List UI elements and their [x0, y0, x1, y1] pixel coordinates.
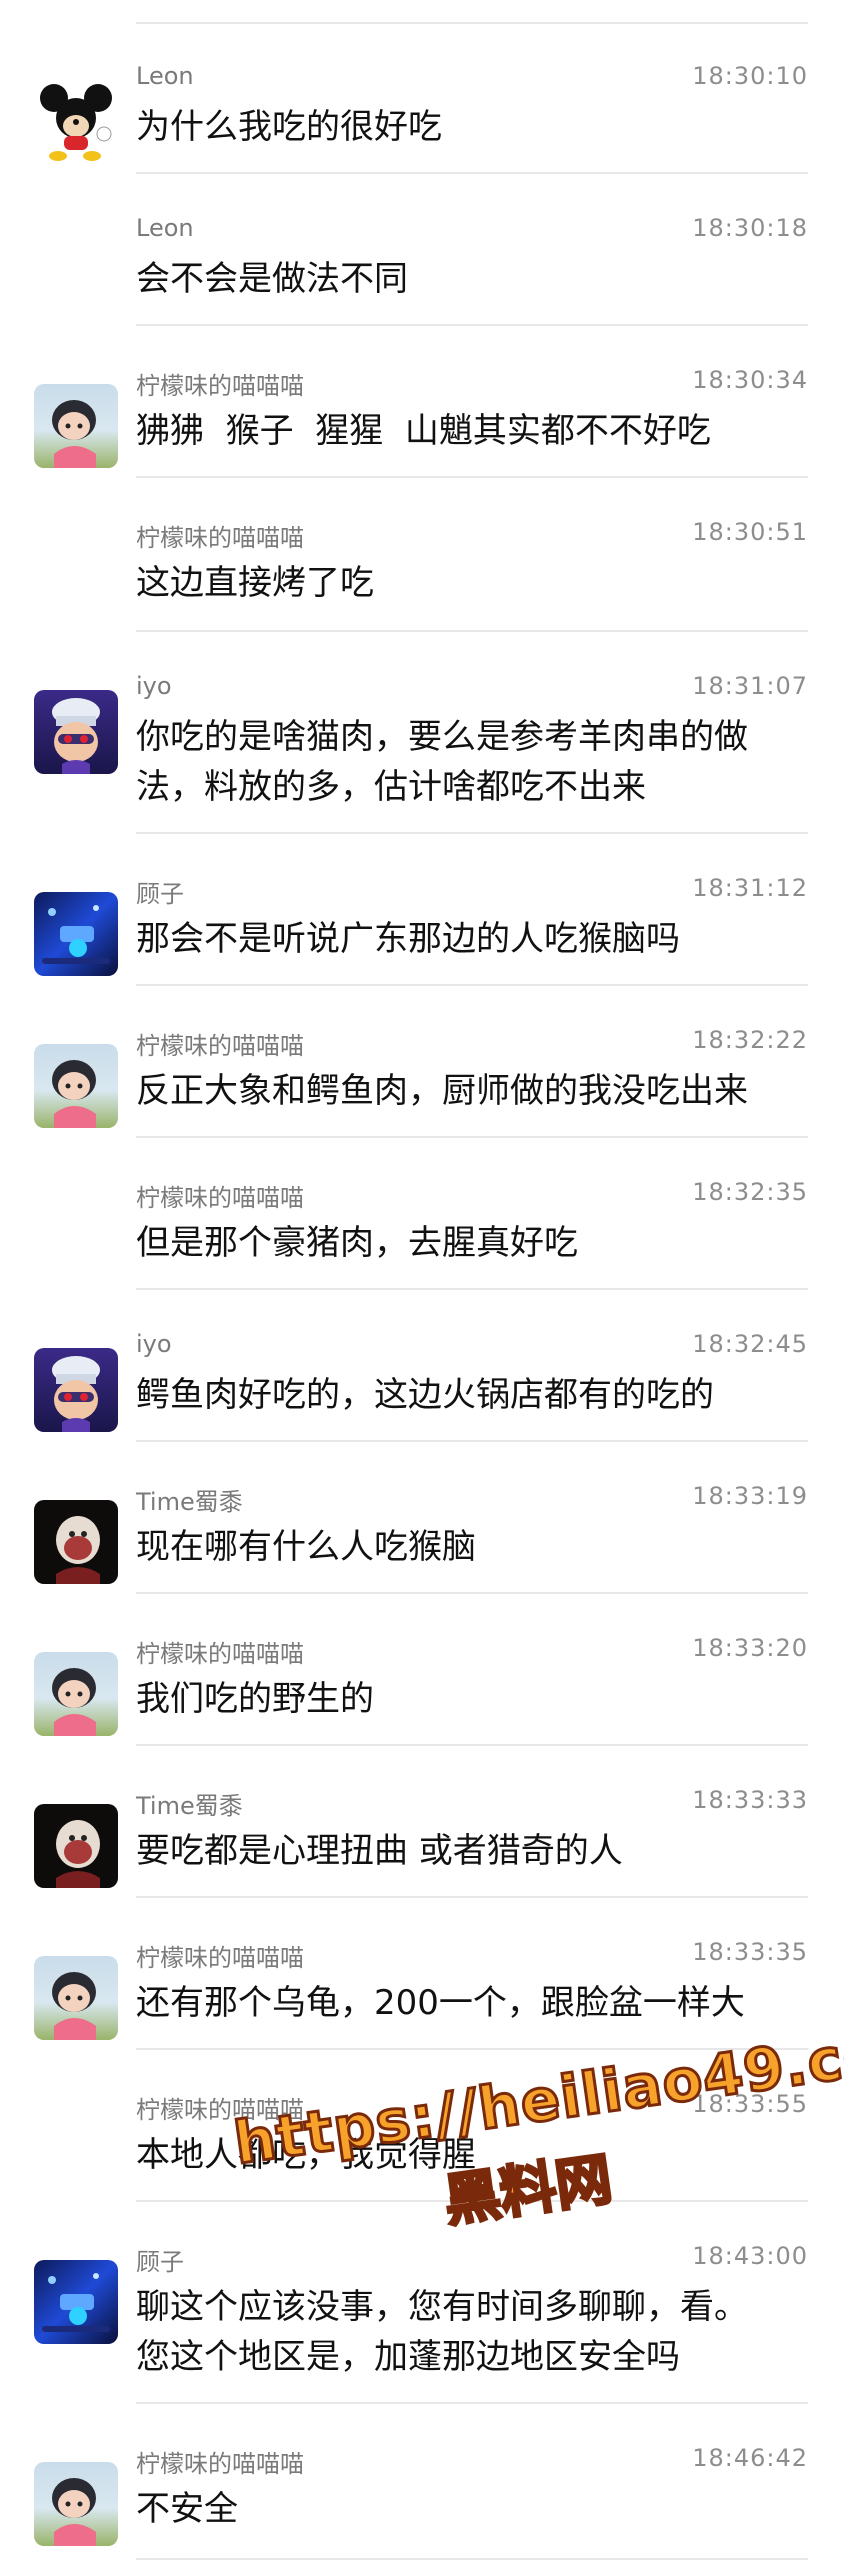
message-timestamp: 18:32:45 [692, 1330, 808, 1358]
message-timestamp: 18:33:20 [692, 1634, 808, 1662]
message-timestamp: 18:33:19 [692, 1482, 808, 1510]
sender-name[interactable]: 柠檬味的喵喵喵 [136, 518, 304, 553]
chibi-avatar[interactable] [34, 2462, 118, 2546]
chat-message[interactable]: 柠檬味的喵喵喵 18:33:20 我们吃的野生的 [0, 1594, 844, 1746]
message-text[interactable]: 狒狒 猴子 猩猩 山魈其实都不不好吃 [136, 406, 808, 456]
sender-name[interactable]: 柠檬味的喵喵喵 [136, 1938, 304, 1973]
chat-message[interactable]: 柠檬味的喵喵喵 18:32:22 反正大象和鳄鱼肉，厨师做的我没吃出来 [0, 986, 844, 1138]
chibi-avatar[interactable] [34, 1956, 118, 2040]
sender-name[interactable]: 顾子 [136, 2242, 184, 2277]
message-timestamp: 18:33:35 [692, 1938, 808, 1966]
message-timestamp: 18:46:42 [692, 2444, 808, 2472]
chat-message[interactable]: Leon 18:30:10 为什么我吃的很好吃 [0, 22, 844, 174]
message-timestamp: 18:32:22 [692, 1026, 808, 1054]
chat-message[interactable]: iyo 18:31:07 你吃的是啥猫肉，要么是参考羊肉串的做 法，料放的多，估计啥… [0, 632, 844, 834]
message-timestamp: 18:30:51 [692, 518, 808, 546]
sender-name[interactable]: 柠檬味的喵喵喵 [136, 366, 304, 401]
chat-message[interactable]: iyo 18:32:45 鳄鱼肉好吃的，这边火锅店都有的吃的 [0, 1290, 844, 1442]
dark-avatar[interactable] [34, 1804, 118, 1888]
message-timestamp: 18:31:12 [692, 874, 808, 902]
mickey-avatar[interactable] [34, 80, 118, 164]
chat-message[interactable]: 顾子 18:43:00 聊这个应该没事，您有时间多聊聊，看。 您这个地区是，加蓬那边… [0, 2202, 844, 2404]
sender-name[interactable]: 柠檬味的喵喵喵 [136, 1178, 304, 1213]
message-text[interactable]: 但是那个豪猪肉，去腥真好吃 [136, 1218, 808, 1268]
message-text[interactable]: 反正大象和鳄鱼肉，厨师做的我没吃出来 [136, 1066, 808, 1116]
message-text[interactable]: 我们吃的野生的 [136, 1674, 808, 1724]
chat-message[interactable]: 柠檬味的喵喵喵 18:33:35 还有那个乌龟，200一个，跟脸盆一样大 [0, 1898, 844, 2050]
chef-avatar[interactable] [34, 1348, 118, 1432]
chibi-avatar[interactable] [34, 1044, 118, 1128]
sender-name[interactable]: Leon [136, 214, 194, 242]
message-text[interactable]: 你吃的是啥猫肉，要么是参考羊肉串的做 法，料放的多，估计啥都吃不出来 [136, 712, 808, 812]
sender-name[interactable]: Leon [136, 62, 194, 90]
message-text[interactable]: 会不会是做法不同 [136, 254, 808, 304]
chat-message[interactable]: Leon 18:30:18 会不会是做法不同 [0, 174, 844, 326]
chat-message[interactable]: 柠檬味的喵喵喵 18:30:51 这边直接烤了吃 [0, 478, 844, 632]
chat-message[interactable]: 柠檬味的喵喵喵 18:32:35 但是那个豪猪肉，去腥真好吃 [0, 1138, 844, 1290]
message-text[interactable]: 鳄鱼肉好吃的，这边火锅店都有的吃的 [136, 1370, 808, 1420]
message-text[interactable]: 这边直接烤了吃 [136, 558, 808, 608]
sender-name[interactable]: 柠檬味的喵喵喵 [136, 1026, 304, 1061]
chibi-avatar[interactable] [34, 1652, 118, 1736]
chat-message[interactable]: 柠檬味的喵喵喵 18:33:55 本地人都吃，我觉得腥 [0, 2050, 844, 2202]
message-text[interactable]: 那会不是听说广东那边的人吃猴脑吗 [136, 914, 808, 964]
sender-name[interactable]: 柠檬味的喵喵喵 [136, 2444, 304, 2479]
message-timestamp: 18:30:34 [692, 366, 808, 394]
message-text[interactable]: 聊这个应该没事，您有时间多聊聊，看。 您这个地区是，加蓬那边地区安全吗 [136, 2282, 808, 2382]
dark-avatar[interactable] [34, 1500, 118, 1584]
chibi-avatar[interactable] [34, 384, 118, 468]
sender-name[interactable]: 顾子 [136, 874, 184, 909]
chat-message[interactable]: 柠檬味的喵喵喵 18:46:42 不安全 [0, 2404, 844, 2560]
sender-name[interactable]: 柠檬味的喵喵喵 [136, 2090, 304, 2125]
message-timestamp: 18:33:55 [692, 2090, 808, 2118]
chat-message[interactable]: 柠檬味的喵喵喵 18:30:34 狒狒 猴子 猩猩 山魈其实都不不好吃 [0, 326, 844, 478]
sender-name[interactable]: Time蜀黍 [136, 1482, 243, 1517]
sender-name[interactable]: iyo [136, 1330, 172, 1358]
message-text[interactable]: 现在哪有什么人吃猴脑 [136, 1522, 808, 1572]
chef-avatar[interactable] [34, 690, 118, 774]
chat-message[interactable]: Time蜀黍 18:33:33 要吃都是心理扭曲 或者猎奇的人 [0, 1746, 844, 1898]
message-text[interactable]: 为什么我吃的很好吃 [136, 102, 808, 152]
message-timestamp: 18:30:18 [692, 214, 808, 242]
message-timestamp: 18:30:10 [692, 62, 808, 90]
message-timestamp: 18:31:07 [692, 672, 808, 700]
message-text[interactable]: 不安全 [136, 2484, 808, 2534]
game-avatar[interactable] [34, 2260, 118, 2344]
message-text[interactable]: 还有那个乌龟，200一个，跟脸盆一样大 [136, 1978, 808, 2028]
message-text[interactable]: 要吃都是心理扭曲 或者猎奇的人 [136, 1826, 808, 1876]
message-timestamp: 18:32:35 [692, 1178, 808, 1206]
sender-name[interactable]: Time蜀黍 [136, 1786, 243, 1821]
chat-message[interactable]: 顾子 18:31:12 那会不是听说广东那边的人吃猴脑吗 [0, 834, 844, 986]
sender-name[interactable]: iyo [136, 672, 172, 700]
sender-name[interactable]: 柠檬味的喵喵喵 [136, 1634, 304, 1669]
message-timestamp: 18:43:00 [692, 2242, 808, 2270]
message-timestamp: 18:33:33 [692, 1786, 808, 1814]
chat-message[interactable]: Time蜀黍 18:33:19 现在哪有什么人吃猴脑 [0, 1442, 844, 1594]
game-avatar[interactable] [34, 892, 118, 976]
message-text[interactable]: 本地人都吃，我觉得腥 [136, 2130, 808, 2180]
